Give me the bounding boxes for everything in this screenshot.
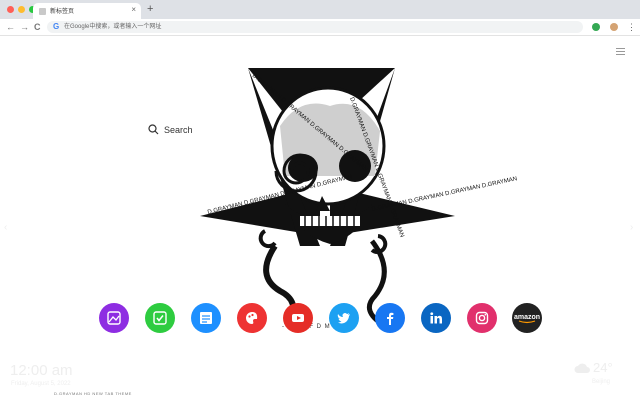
new-tab-page: D.GRAYMAN D.GRAYMAN D.GRAYMAN D.GRAYMAN …: [0, 36, 640, 400]
new-tab-button[interactable]: +: [147, 3, 153, 15]
facebook-icon: [387, 312, 394, 325]
back-button[interactable]: ←: [6, 20, 15, 34]
forward-button[interactable]: →: [20, 20, 29, 34]
next-wallpaper-arrow[interactable]: ›: [630, 222, 633, 233]
reload-button[interactable]: C: [34, 20, 41, 34]
twitter-shortcut[interactable]: [329, 303, 359, 333]
tab-close-icon[interactable]: ×: [131, 5, 136, 15]
minimize-window-button[interactable]: [18, 6, 25, 13]
search-label: Search: [164, 124, 193, 135]
profile-avatar[interactable]: [610, 23, 618, 31]
instagram-icon: [475, 311, 489, 325]
address-placeholder: 在Google中搜索，或者输入一个网址: [64, 24, 162, 30]
tab-favicon-icon: [39, 8, 46, 15]
palette-icon: [246, 312, 258, 324]
close-window-button[interactable]: [7, 6, 14, 13]
active-tab[interactable]: 新标签页 ×: [33, 3, 141, 19]
games-shortcut[interactable]: [237, 303, 267, 333]
pentagram-text-bottom-right: D.GRAYMAN D.GRAYMAN D.GRAYMAN D.GRAYMAN: [371, 176, 518, 213]
tasks-shortcut[interactable]: [145, 303, 175, 333]
previous-wallpaper-arrow[interactable]: ‹: [4, 222, 7, 233]
weather-widget[interactable]: 24°: [574, 360, 613, 375]
amazon-shortcut[interactable]: amazon: [512, 303, 542, 333]
google-icon: G: [53, 22, 60, 31]
clock: 12:00 am: [10, 362, 73, 379]
gallery-shortcut[interactable]: [99, 303, 129, 333]
facebook-shortcut[interactable]: [375, 303, 405, 333]
cloud-icon: [574, 363, 590, 373]
credit-text: D.GRAYMAN HD NEW TAB THEME: [54, 391, 132, 396]
youtube-icon: [292, 314, 304, 322]
linkedin-shortcut[interactable]: [421, 303, 451, 333]
notes-shortcut[interactable]: [191, 303, 221, 333]
window-controls: [7, 6, 36, 13]
tab-bar: 新标签页 × +: [0, 0, 640, 19]
browser-menu-icon[interactable]: ⋮: [627, 20, 636, 34]
instagram-shortcut[interactable]: [467, 303, 497, 333]
amazon-icon: amazon: [514, 314, 540, 324]
tab-title: 新标签页: [50, 9, 75, 15]
notes-icon: [200, 312, 212, 324]
app-shortcuts: amazon: [99, 303, 542, 333]
check-icon: [153, 311, 167, 325]
browser-toolbar: ← → C G 在Google中搜索，或者输入一个网址 ⋮: [0, 19, 640, 36]
weather-city: Beijing: [592, 379, 611, 385]
extension-icon[interactable]: [592, 23, 600, 31]
gallery-icon: [107, 311, 121, 325]
search-box[interactable]: Search: [148, 124, 193, 135]
address-bar[interactable]: G 在Google中搜索，或者输入一个网址: [47, 21, 583, 33]
date-label: Friday, August 5, 2022: [11, 381, 71, 387]
amazon-label: amazon: [514, 314, 540, 321]
temperature: 24°: [593, 360, 613, 375]
dgrayman-skull-artwork: D.GRAYMAN D.GRAYMAN D.GRAYMAN D.GRAYMAN …: [200, 68, 518, 330]
youtube-shortcut[interactable]: [283, 303, 313, 333]
twitter-icon: [337, 313, 350, 324]
search-icon: [148, 124, 159, 135]
linkedin-icon: [430, 312, 442, 324]
